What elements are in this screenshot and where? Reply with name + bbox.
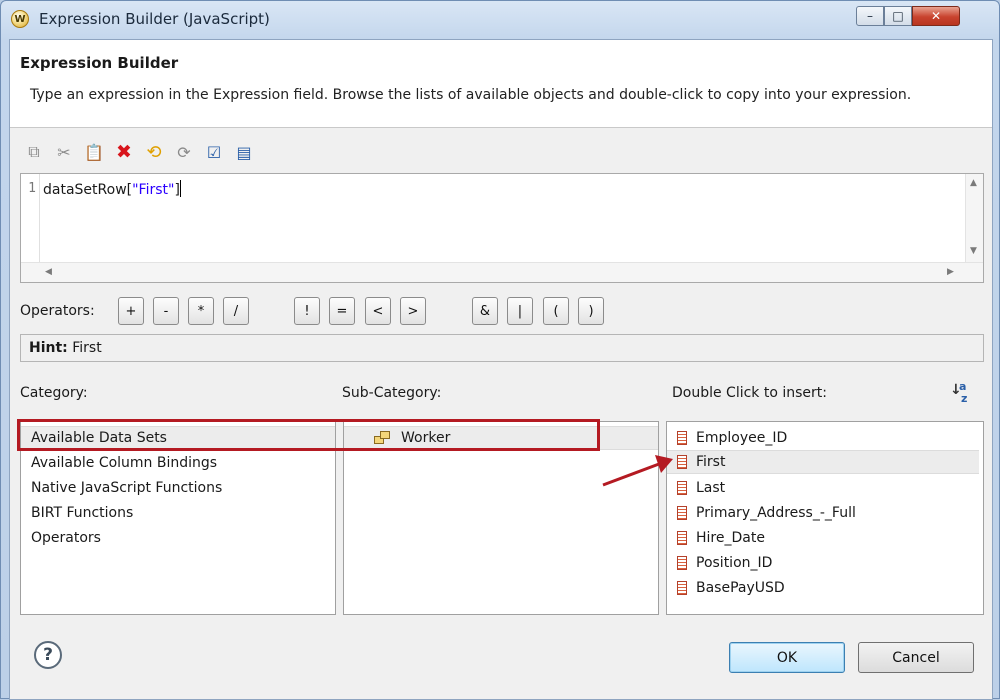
insert-label: Double Click to insert: [672, 385, 828, 401]
column-icon [677, 506, 687, 520]
calculate-icon[interactable]: ▤ [232, 140, 256, 164]
scroll-left-icon[interactable]: ◀ [45, 267, 52, 277]
scroll-right-icon[interactable]: ▶ [947, 267, 954, 277]
category-item-native-javascript-functions[interactable]: Native JavaScript Functions [21, 476, 222, 500]
column-item[interactable]: Hire_Date [667, 526, 765, 550]
operator-divide-button[interactable]: / [223, 297, 249, 325]
copy-icon[interactable]: ⧉ [22, 140, 46, 164]
minimize-button[interactable]: – [856, 6, 884, 26]
scroll-down-icon[interactable]: ▼ [970, 246, 977, 256]
delete-icon[interactable]: ✖ [112, 140, 136, 164]
column-label: Primary_Address_-_Full [696, 505, 856, 521]
hint-label: Hint: [29, 340, 68, 356]
column-icon [677, 556, 687, 570]
column-item[interactable]: Primary_Address_-_Full [667, 501, 856, 525]
expression-builder-window: W Expression Builder (JavaScript) – □ ✕ … [0, 0, 1000, 700]
text-caret [179, 180, 181, 197]
operator-and-button[interactable]: & [472, 297, 498, 325]
dialog-client-area: Expression Builder Type an expression in… [9, 39, 993, 700]
category-item-available-column-bindings[interactable]: Available Column Bindings [21, 451, 217, 475]
annotation-arrow-icon [602, 455, 673, 487]
window-title: Expression Builder (JavaScript) [39, 10, 270, 28]
sort-alphabetical-icon[interactable]: ↓ a z [948, 380, 972, 406]
column-item[interactable]: Position_ID [667, 551, 772, 575]
category-item-operators[interactable]: Operators [21, 526, 101, 550]
column-label: BasePayUSD [696, 580, 785, 596]
operator-plus-button[interactable]: + [118, 297, 144, 325]
horizontal-scrollbar[interactable]: ◀ ▶ [21, 262, 983, 282]
operator-close-paren-button[interactable]: ) [578, 297, 604, 325]
app-icon: W [11, 10, 29, 28]
column-label: First [696, 454, 726, 470]
operator-less-than-button[interactable]: < [365, 297, 391, 325]
category-item-birt-functions[interactable]: BIRT Functions [21, 501, 133, 525]
operator-or-button[interactable]: | [507, 297, 533, 325]
dialog-description: Type an expression in the Expression fie… [30, 87, 912, 103]
line-number-gutter: 1 [21, 174, 40, 262]
header-banner: Expression Builder Type an expression in… [10, 40, 992, 128]
close-button[interactable]: ✕ [912, 6, 960, 26]
title-bar: W Expression Builder (JavaScript) – □ ✕ [1, 1, 999, 39]
subcategory-label: Sub-Category: [342, 385, 442, 401]
paste-icon[interactable]: 📋 [82, 140, 106, 164]
operator-multiply-button[interactable]: * [188, 297, 214, 325]
code-prefix: dataSetRow[ [43, 182, 133, 198]
redo-icon[interactable]: ⟳ [172, 140, 196, 164]
column-item[interactable]: BasePayUSD [667, 576, 785, 600]
cancel-button[interactable]: Cancel [858, 642, 974, 673]
column-item-selected[interactable]: First [667, 450, 979, 474]
expression-editor[interactable]: 1 dataSetRow["First"] ▲ ▼ ◀ ▶ [20, 173, 984, 283]
operator-minus-button[interactable]: - [153, 297, 179, 325]
column-label: Employee_ID [696, 430, 788, 446]
validate-icon[interactable]: ☑ [202, 140, 226, 164]
operator-open-paren-button[interactable]: ( [543, 297, 569, 325]
cut-icon[interactable]: ✂ [52, 140, 76, 164]
category-label: Category: [20, 385, 88, 401]
column-label: Last [696, 480, 726, 496]
column-icon [677, 531, 687, 545]
undo-icon[interactable]: ⟲ [142, 140, 166, 164]
code-string-literal: "First" [132, 182, 175, 198]
insert-list[interactable]: Employee_ID First Last Primary_Address_-… [666, 421, 984, 615]
column-icon [677, 581, 687, 595]
ok-button[interactable]: OK [729, 642, 845, 673]
hint-value: First [72, 340, 102, 356]
scroll-up-icon[interactable]: ▲ [970, 178, 977, 188]
operator-equals-button[interactable]: = [329, 297, 355, 325]
annotation-highlight-box [17, 419, 600, 451]
hint-bar: Hint: First [20, 334, 984, 362]
column-label: Position_ID [696, 555, 773, 571]
operators-label: Operators: [20, 303, 95, 319]
vertical-scrollbar[interactable]: ▲ ▼ [965, 174, 983, 262]
expression-code[interactable]: dataSetRow["First"] [43, 180, 181, 198]
help-button[interactable]: ? [34, 641, 62, 669]
operator-not-button[interactable]: ! [294, 297, 320, 325]
column-icon [677, 431, 687, 445]
dialog-heading: Expression Builder [20, 54, 179, 72]
editor-toolbar: ⧉ ✂ 📋 ✖ ⟲ ⟳ ☑ ▤ [22, 140, 256, 164]
column-label: Hire_Date [696, 530, 765, 546]
maximize-button[interactable]: □ [884, 6, 912, 26]
column-item[interactable]: Employee_ID [667, 426, 787, 450]
sort-letter-z: z [961, 392, 968, 405]
operator-greater-than-button[interactable]: > [400, 297, 426, 325]
